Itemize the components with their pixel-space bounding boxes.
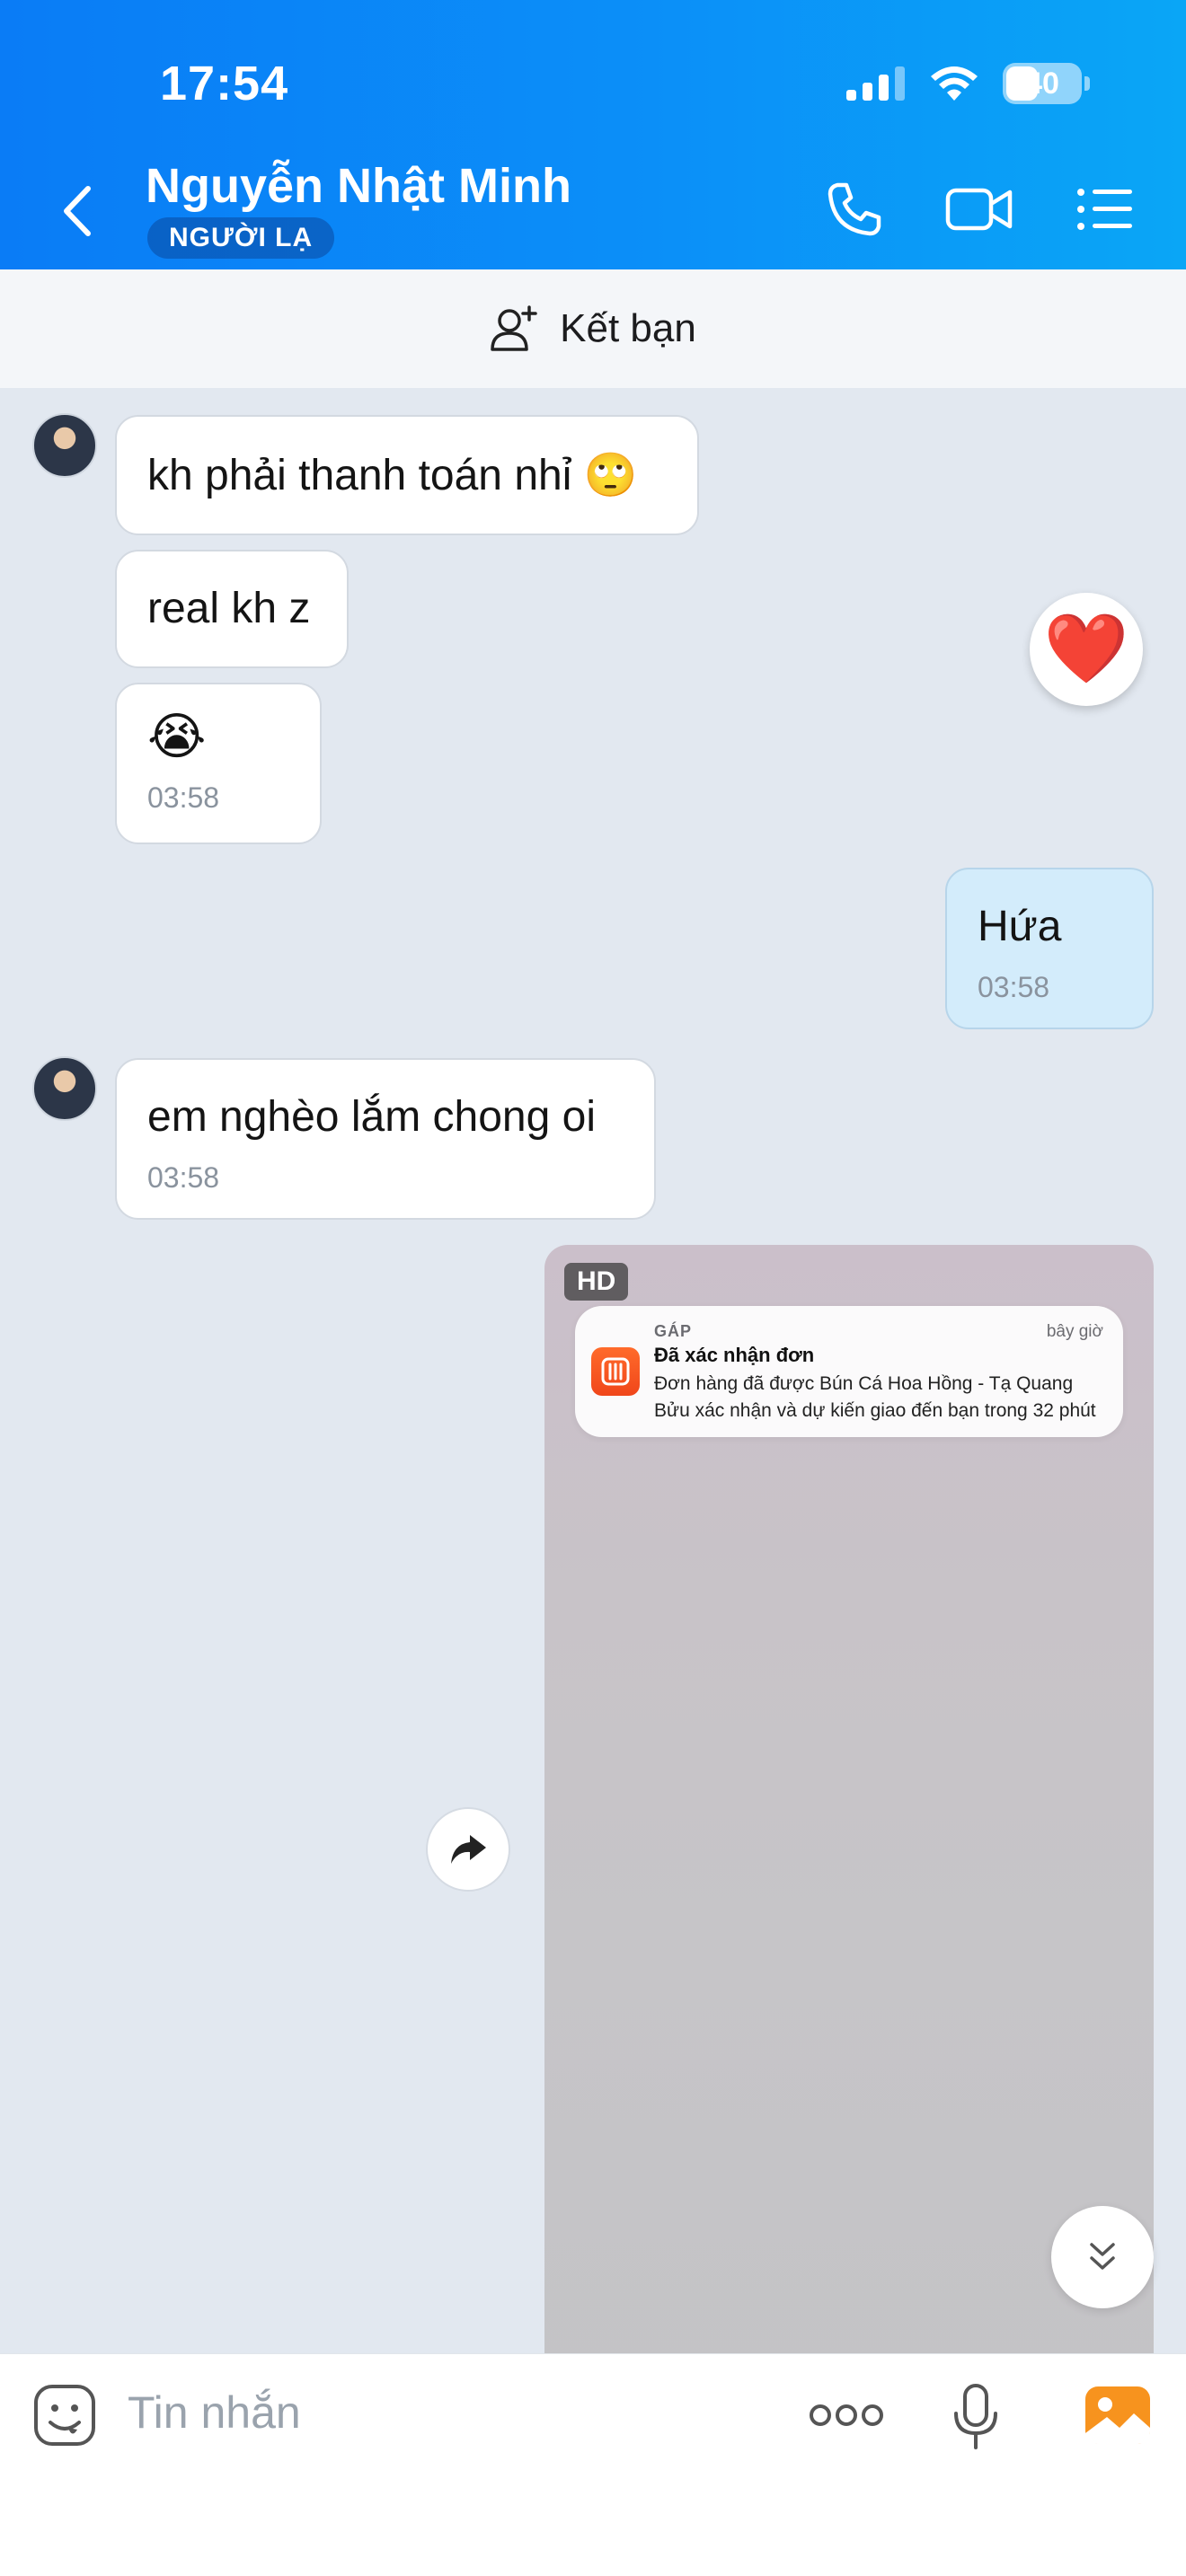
message-text: em nghèo lắm chong oi — [147, 1093, 596, 1141]
heart-icon: ❤️ — [1043, 611, 1129, 687]
message-bubble[interactable]: em nghèo lắm chong oi 03:58 — [115, 1058, 656, 1220]
add-friend-label: Kết bạn — [560, 306, 696, 350]
message-text: real kh z — [147, 585, 311, 632]
message-text: 😭 — [147, 708, 207, 764]
my-message-bubble[interactable]: Hứa 03:58 — [945, 868, 1154, 1029]
microphone-icon[interactable] — [951, 2383, 1001, 2451]
message-text: kh phải thanh toán nhỉ 🙄 — [147, 452, 638, 499]
message-bubble[interactable]: kh phải thanh toán nhỉ 🙄 — [115, 415, 699, 535]
double-chevron-down-icon — [1090, 2243, 1115, 2270]
contact-avatar[interactable] — [32, 413, 97, 478]
video-call-icon[interactable] — [945, 180, 1013, 239]
back-chevron-icon[interactable] — [56, 180, 101, 243]
notification-time: bây giờ — [1046, 1322, 1103, 1341]
order-notification-preview: GÁP bây giờ Đã xác nhận đơn Đơn hàng đã … — [575, 1306, 1123, 1437]
battery-indicator: 40 — [1003, 63, 1090, 104]
message-input[interactable]: Tin nhắn — [128, 2386, 301, 2439]
phone-call-icon[interactable] — [825, 180, 884, 239]
notification-body: Đơn hàng đã được Bún Cá Hoa Hồng - Tạ Qu… — [654, 1373, 1096, 1421]
menu-list-icon[interactable] — [1076, 180, 1134, 239]
message-bubble[interactable]: real kh z — [115, 550, 349, 668]
add-friend-bar[interactable]: Kết bạn — [0, 269, 1186, 388]
status-time: 17:54 — [160, 57, 289, 110]
sticker-emoji-icon[interactable] — [32, 2383, 97, 2448]
notification-app-name: GÁP — [654, 1322, 693, 1340]
more-options-icon[interactable] — [809, 2403, 884, 2428]
contact-avatar[interactable] — [32, 1056, 97, 1121]
notification-title: Đã xác nhận đơn — [654, 1344, 815, 1366]
message-bubble[interactable]: 😭 03:58 — [115, 683, 322, 844]
photo-gallery-icon[interactable] — [1084, 2383, 1152, 2448]
wifi-icon — [931, 66, 978, 101]
message-time: 03:58 — [147, 1161, 220, 1194]
forward-arrow-icon — [451, 1835, 486, 1864]
message-input-bar: Tin nhắn — [0, 2353, 1186, 2576]
hd-badge: HD — [564, 1263, 629, 1301]
scroll-to-bottom-button[interactable] — [1051, 2206, 1154, 2308]
message-time: 03:58 — [978, 971, 1050, 1003]
message-text: Hứa — [978, 903, 1062, 950]
battery-level: 40 — [1025, 66, 1059, 101]
forward-button[interactable] — [426, 1807, 510, 1892]
heart-reaction-button[interactable]: ❤️ — [1030, 593, 1143, 706]
stranger-badge: NGƯỜI LẠ — [147, 217, 335, 259]
add-friend-icon — [491, 305, 537, 351]
food-app-icon — [591, 1347, 640, 1396]
contact-name[interactable]: Nguyễn Nhật Minh — [146, 158, 571, 214]
status-icons: 40 — [846, 63, 1090, 104]
chat-header: 17:54 40 Nguyễn Nhật Minh NGƯỜI LẠ — [0, 0, 1186, 269]
signal-icon — [846, 66, 905, 101]
message-time: 03:58 — [147, 781, 220, 814]
